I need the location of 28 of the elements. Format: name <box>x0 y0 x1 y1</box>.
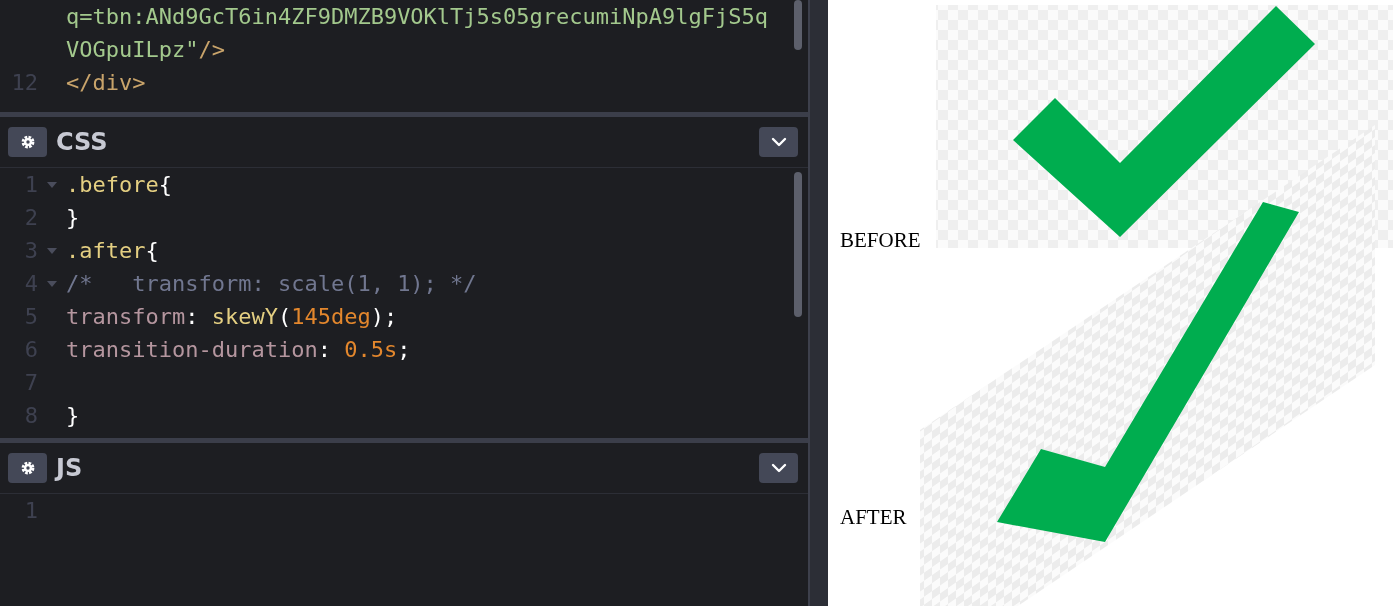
fold-arrow-icon[interactable] <box>47 247 57 254</box>
editor-title: JS <box>56 454 84 482</box>
scrollbar[interactable] <box>794 0 802 50</box>
code-line: .before{ <box>66 172 172 197</box>
fold-arrow-icon[interactable] <box>47 280 57 287</box>
pane-splitter[interactable] <box>808 0 828 606</box>
collapse-button[interactable] <box>759 453 798 483</box>
code-line: } <box>66 205 80 230</box>
editor-title: CSS <box>56 128 109 156</box>
settings-button[interactable] <box>8 127 47 157</box>
code-line: </div> <box>66 70 146 95</box>
chevron-down-icon <box>770 137 787 147</box>
fold-arrow-icon[interactable] <box>47 181 57 188</box>
output-label: BEFORE <box>840 228 921 253</box>
code-line: transition-duration: 0.5s; <box>66 337 411 362</box>
settings-button[interactable] <box>8 453 47 483</box>
code-line: VOGpuILpz"/> <box>66 37 225 62</box>
code-line: q=tbn:ANd9GcT6in4ZF9DMZB9VOKlTj5s05grecumiNpA9lgFjS5q <box>66 4 768 29</box>
code-line: .after{ <box>66 238 159 263</box>
scrollbar[interactable] <box>794 172 802 317</box>
collapse-button[interactable] <box>759 127 798 157</box>
settings-icon <box>20 135 35 149</box>
settings-icon <box>20 461 35 475</box>
code-line: transform: skewY(145deg); <box>66 304 398 329</box>
chevron-down-icon <box>770 463 787 473</box>
output-label: AFTER <box>840 505 907 530</box>
code-line: } <box>66 403 80 428</box>
code-line: /* transform: scale(1, 1); */ <box>66 271 477 296</box>
